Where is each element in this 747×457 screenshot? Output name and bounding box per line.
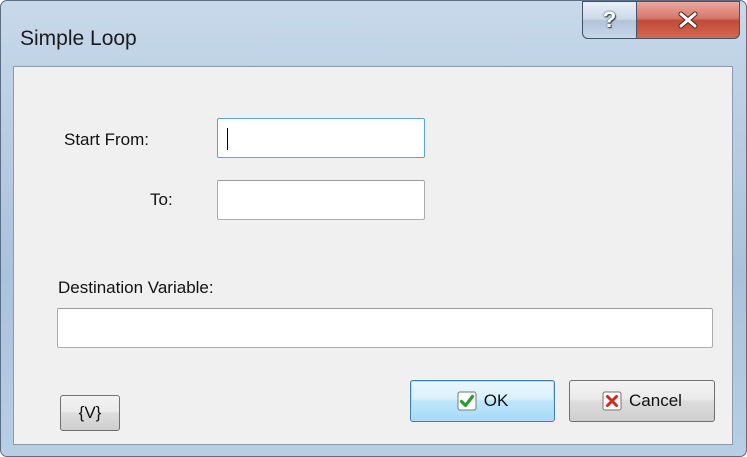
cancel-button[interactable]: Cancel — [569, 380, 715, 422]
text-caret — [227, 128, 228, 150]
ok-button[interactable]: OK — [410, 380, 555, 422]
window-title: Simple Loop — [20, 27, 137, 50]
start-from-input[interactable] — [217, 118, 425, 158]
dialog-window: Simple Loop ? Start From: To: Destinatio… — [0, 0, 747, 457]
close-button[interactable] — [636, 1, 740, 39]
to-label: To: — [150, 190, 173, 209]
cancel-label: Cancel — [629, 391, 682, 410]
close-icon — [678, 11, 698, 29]
dialog-body: Start From: To: Destination Variable: {V… — [13, 66, 733, 445]
caption-buttons: ? — [582, 1, 740, 41]
start-from-label: Start From: — [64, 130, 150, 149]
destination-variable-label: Destination Variable: — [58, 278, 214, 297]
cross-icon — [602, 391, 622, 411]
title-bar[interactable]: Simple Loop ? — [1, 1, 746, 65]
question-mark-icon: ? — [602, 7, 617, 32]
to-input[interactable] — [217, 180, 425, 220]
destination-variable-input[interactable] — [57, 308, 713, 348]
ok-label: OK — [483, 391, 509, 410]
insert-variable-button[interactable]: {V} — [60, 395, 120, 431]
checkmark-icon — [457, 391, 477, 411]
insert-variable-label: {V} — [78, 403, 102, 422]
help-button[interactable]: ? — [582, 1, 636, 39]
